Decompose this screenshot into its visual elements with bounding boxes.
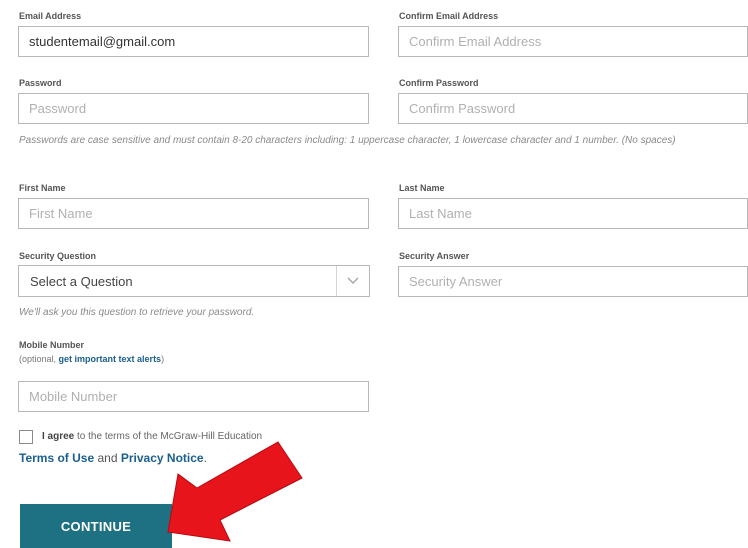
email-input[interactable]: [18, 26, 369, 57]
security-answer-input[interactable]: [398, 266, 748, 297]
mobile-label: Mobile Number: [19, 340, 85, 350]
confirm-email-input[interactable]: [398, 26, 748, 57]
text-alerts-link[interactable]: get important text alerts: [59, 354, 162, 364]
mobile-optional-note: (optional, get important text alerts): [19, 354, 164, 364]
last-name-input[interactable]: [398, 198, 748, 229]
security-question-value: Select a Question: [30, 274, 133, 289]
and-text: and: [97, 451, 118, 465]
agree-bold: I agree: [42, 431, 75, 442]
chevron-down-icon[interactable]: [337, 266, 369, 296]
confirm-email-label: Confirm Email Address: [399, 11, 499, 21]
red-arrow-annotation: [167, 441, 303, 542]
email-label: Email Address: [19, 11, 82, 21]
mobile-input[interactable]: [18, 381, 369, 412]
security-answer-label: Security Answer: [399, 251, 470, 261]
optional-text: (optional,: [19, 354, 57, 364]
password-input[interactable]: [18, 93, 369, 124]
security-hint: We'll ask you this question to retrieve …: [19, 307, 255, 318]
close-paren: ): [161, 354, 165, 364]
agree-checkbox[interactable]: [19, 430, 33, 444]
confirm-password-input[interactable]: [398, 93, 748, 124]
password-label: Password: [19, 78, 62, 88]
last-name-label: Last Name: [399, 183, 445, 193]
terms-of-use-link[interactable]: Terms of Use: [19, 451, 94, 465]
first-name-input[interactable]: [18, 198, 369, 229]
first-name-label: First Name: [19, 183, 66, 193]
password-hint: Passwords are case sensitive and must co…: [19, 135, 676, 146]
security-question-label: Security Question: [19, 251, 97, 261]
security-question-select[interactable]: Select a Question: [18, 265, 370, 297]
confirm-password-label: Confirm Password: [399, 78, 479, 88]
